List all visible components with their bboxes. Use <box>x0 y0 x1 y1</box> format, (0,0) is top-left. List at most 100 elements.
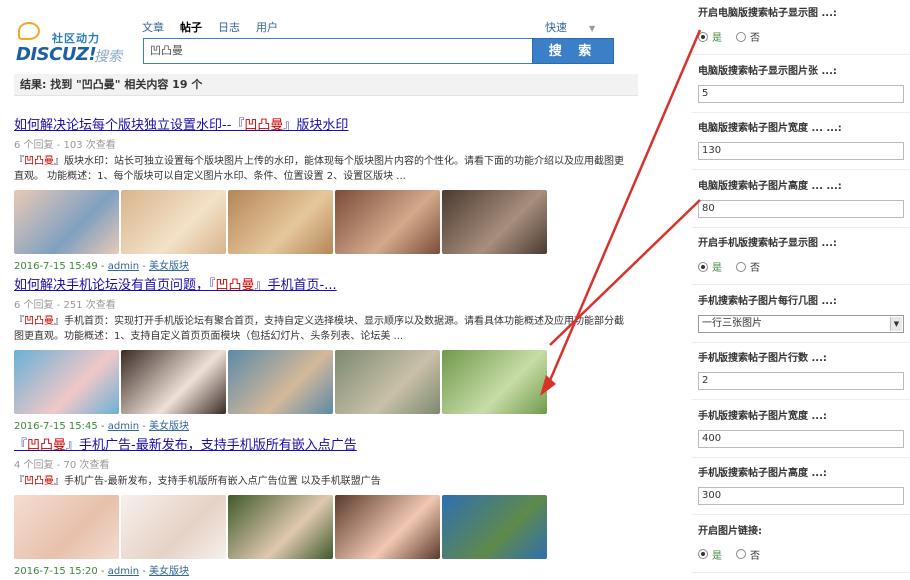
radio-option-no[interactable]: 否 <box>736 259 760 274</box>
forum-link[interactable]: 美女版块 <box>149 261 189 272</box>
result-thumbnails <box>14 495 634 559</box>
result-title-link[interactable]: 如何解决论坛每个版块独立设置水印--『凹凸曼』版块水印 <box>14 114 634 133</box>
snippet-text: 『 <box>14 316 24 327</box>
setting-divider <box>692 226 910 228</box>
discuz-logo[interactable]: 社区动力 DISCUZ! 搜索 <box>14 18 134 66</box>
result-thumbnail-image[interactable] <box>121 495 226 559</box>
radio-option-yes[interactable]: 是 <box>698 259 722 274</box>
setting-input[interactable]: 400 <box>698 429 904 448</box>
setting-row: 电脑版搜索帖子图片高度 ... ...: 80 <box>692 177 910 228</box>
result-thumbnail-image[interactable] <box>335 190 440 254</box>
forum-link[interactable]: 美女版块 <box>149 421 189 432</box>
setting-divider <box>692 284 910 285</box>
result-thumbnail-image[interactable] <box>121 190 226 254</box>
radio-button-icon[interactable] <box>736 549 746 559</box>
result-thumbnail-image[interactable] <box>228 495 333 559</box>
setting-divider <box>692 111 910 113</box>
snippet-text: 』手机首页：实现打开手机版论坛有聚合首页，支持自定义选择模块、显示顺序以及数据源… <box>14 316 624 342</box>
result-thumbnails <box>14 190 634 254</box>
radio-option-yes[interactable]: 是 <box>698 547 722 562</box>
result-thumbnail-image[interactable] <box>335 495 440 559</box>
result-meta: 6 个回复 - 251 次查看 <box>14 300 116 311</box>
setting-divider <box>692 456 910 458</box>
radio-button-icon[interactable] <box>736 261 746 272</box>
snippet-text: 』手机广告-最新发布，支持手机版所有嵌入点广告位置 以及手机联盟广告 <box>54 476 381 487</box>
forum-link[interactable]: 美女版块 <box>149 566 189 577</box>
result-thumbnail-image[interactable] <box>14 495 119 559</box>
result-thumbnail-image[interactable] <box>442 190 547 254</box>
result-thumbnail-image[interactable] <box>228 190 333 254</box>
radio-option-label: 否 <box>750 550 760 562</box>
setting-divider <box>692 514 910 515</box>
quick-search-dropdown[interactable]: 快速 ▼ <box>545 21 615 34</box>
result-thumbnail-image[interactable] <box>442 495 547 559</box>
logo-search-text: 搜索 <box>94 49 122 65</box>
yes-no-radio-group: 是否 <box>698 259 908 274</box>
result-thumbnail-image[interactable] <box>14 190 119 254</box>
result-thumbnail-image[interactable] <box>335 350 440 414</box>
chevron-down-icon[interactable]: ▼ <box>890 316 902 331</box>
tab-blog[interactable]: 日志 <box>218 19 240 35</box>
result-date: 2016-7-15 15:20 <box>14 566 98 577</box>
radio-button-icon[interactable] <box>698 261 708 272</box>
setting-input[interactable]: 130 <box>698 142 904 160</box>
result-title-link[interactable]: 『凹凸曼』手机广告-最新发布，支持手机版所有嵌入点广告 <box>14 434 634 453</box>
setting-input[interactable]: 80 <box>698 199 904 218</box>
tab-article[interactable]: 文章 <box>142 19 164 35</box>
setting-label: 电脑版搜索帖子图片宽度 ... ...: <box>698 123 842 134</box>
author-link[interactable]: admin <box>108 421 139 432</box>
result-title-text: 『 <box>14 438 28 453</box>
search-page: 社区动力 DISCUZ! 搜索 文章 帖子 日志 用户 快速▼ 高级 凹凸曼 搜… <box>0 0 640 580</box>
setting-input[interactable]: 2 <box>698 372 904 390</box>
result-snippet: 『凹凸曼』版块水印：站长可独立设置每个版块图片上传的水印，能体现每个版块图片内容… <box>14 154 629 184</box>
radio-button-icon[interactable] <box>698 31 708 42</box>
search-button[interactable]: 搜 索 <box>532 38 614 64</box>
result-summary: 结果: 找到 "凹凸曼" 相关内容 19 个 <box>14 74 638 96</box>
setting-row: 电脑版搜索帖子图片宽度 ... ...: 130 <box>692 119 910 170</box>
result-title-text: 』手机首页-... <box>254 278 337 293</box>
select-value: 一行三张图片 <box>702 317 762 329</box>
result-thumbnails <box>14 350 634 414</box>
result-thumbnail-image[interactable] <box>228 350 333 414</box>
result-footer: 2016-7-15 15:20 - admin - 美女版块 <box>14 566 190 577</box>
result-title-link[interactable]: 如何解决手机论坛没有首页问题，『凹凸曼』手机首页-... <box>14 274 634 293</box>
result-title-highlight: 凹凸曼 <box>215 278 255 293</box>
setting-divider <box>692 341 910 343</box>
result-title-highlight: 凹凸曼 <box>27 438 67 453</box>
radio-option-label: 否 <box>750 33 760 44</box>
setting-row: 开启手机版搜索帖子显示图 ...: 是否 <box>692 234 910 285</box>
author-link[interactable]: admin <box>108 566 139 577</box>
radio-button-icon[interactable] <box>698 549 708 559</box>
result-date: 2016-7-15 15:49 <box>14 261 98 272</box>
setting-row: 手机版搜索帖子图片宽度 ...: 400 <box>692 407 910 458</box>
result-title-text: 如何解决论坛每个版块独立设置水印--『 <box>14 118 245 133</box>
result-thumbnail-image[interactable] <box>14 350 119 414</box>
setting-label: 开启手机版搜索帖子显示图 ...: <box>698 238 837 249</box>
radio-option-yes[interactable]: 是 <box>698 29 722 44</box>
quick-search-label: 快速 <box>545 21 567 34</box>
setting-divider <box>692 169 910 170</box>
snippet-highlight: 凹凸曼 <box>24 156 54 167</box>
setting-input[interactable]: 5 <box>698 84 904 103</box>
settings-panel: 开启电脑版搜索帖子显示图 ...: 是否电脑版搜索帖子显示图片张 ...: 5 电脑版… <box>690 0 910 580</box>
setting-select[interactable]: 一行三张图片 ▼ <box>698 314 904 333</box>
chevron-down-icon: ▼ <box>589 24 596 33</box>
setting-label: 手机版搜索帖子图片行数 ...: <box>698 353 827 364</box>
author-link[interactable]: admin <box>108 261 139 272</box>
yes-no-radio-group: 是否 <box>698 547 908 562</box>
tab-thread[interactable]: 帖子 <box>180 19 202 35</box>
radio-button-icon[interactable] <box>736 31 746 42</box>
search-input[interactable]: 凹凸曼 <box>143 38 533 64</box>
result-meta: 4 个回复 - 70 次查看 <box>14 460 110 471</box>
result-thumbnail-image[interactable] <box>121 350 226 414</box>
setting-row: 电脑版搜索帖子显示图片张 ...: 5 <box>692 62 910 113</box>
result-thumbnail-image[interactable] <box>442 350 547 414</box>
setting-input[interactable]: 300 <box>698 487 904 505</box>
tab-user[interactable]: 用户 <box>256 19 278 35</box>
snippet-text: 『 <box>14 156 24 167</box>
radio-option-no[interactable]: 否 <box>736 29 760 44</box>
yes-no-radio-group: 是否 <box>698 29 908 44</box>
search-result: 『凹凸曼』手机广告-最新发布，支持手机版所有嵌入点广告 4 个回复 - 70 次… <box>14 434 634 577</box>
radio-option-no[interactable]: 否 <box>736 547 760 562</box>
setting-row: 手机版搜索帖子图片行数 ...: 2 <box>692 349 910 400</box>
